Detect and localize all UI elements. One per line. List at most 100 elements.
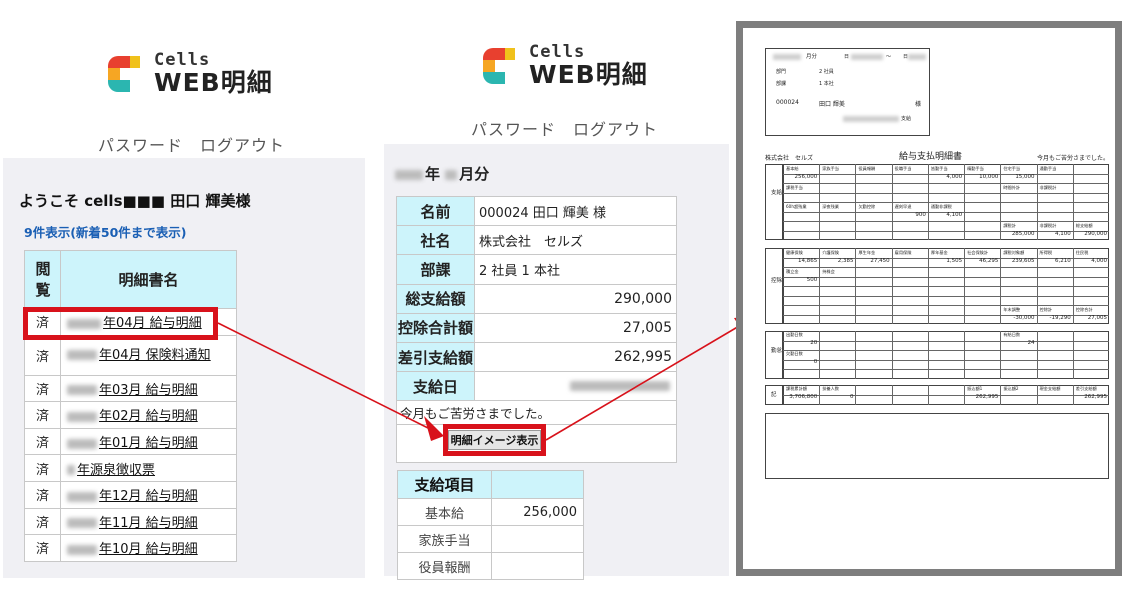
doc-cell-value: 27,005 [1087,315,1107,321]
doc-cell-value: -30,000 [1013,315,1035,321]
doc-table [783,331,1109,379]
doc-cell-value: 500 [806,277,818,283]
doc-vline [1000,331,1002,379]
doc-vline [819,248,821,324]
doc-cell-value: 27,450 [870,258,890,264]
doc-cell-label: 役職手当 [894,165,912,171]
doc-cell-label: 厚年基金 [930,249,948,255]
doc-cell-value: 3,706,800 [789,394,818,400]
doc-hline [783,395,1109,396]
doc-side-label: 勤怠 [771,348,783,354]
doc-vline [964,248,966,324]
doc-cell-label: 振込額1 [967,386,983,391]
doc-cell-value: 900 [915,212,926,218]
doc-hline [783,192,1109,194]
doc-cell-value: 262,995 [1084,394,1107,400]
doc-hline [783,295,1109,297]
doc-cell-label: 通勤非課税 [930,203,952,209]
doc-vline [1036,248,1038,324]
doc-cell-value: 15,000 [1015,174,1035,180]
doc-side-label: 記 [771,392,777,398]
doc-cell-label: 欠勤控除 [858,203,876,209]
doc-vline [1000,385,1002,405]
doc-cell-label: 総支給額 [1075,222,1093,228]
doc-cell-value: 4,000 [1091,258,1107,264]
doc-vline [1072,248,1074,324]
doc-cell-label: 遅刻早退 [894,203,912,209]
doc-cell-label: 皆勤手当 [930,165,948,171]
doc-hline [783,340,1109,342]
doc-cell-label: 課税累計額 [786,386,807,391]
doc-vline [891,385,893,405]
doc-cell-label: 介護保険 [822,249,839,255]
doc-hline [783,286,1109,287]
doc-vline [1072,385,1074,405]
doc-vline [891,164,893,240]
doc-vline [819,331,821,379]
doc-cell-label: 所得税 [1039,249,1053,255]
doc-cell-label: 時間外計 [1003,184,1021,190]
doc-cell-value: 0 [849,394,854,400]
doc-cell-value: 20 [810,340,818,346]
doc-hline [783,221,1109,222]
doc-cell-label: 控除計 [1039,306,1053,312]
doc-cell-label: 深夜残業 [822,203,839,209]
doc-cell-value: 24 [1027,340,1035,346]
doc-vline [855,164,857,240]
doc-period: 月分 [806,54,818,60]
doc-cell-value: 4,100 [946,212,963,218]
doc-cell-value: 4,000 [946,174,963,180]
doc-vline [1000,164,1002,240]
doc-cell-label: 課税対象額 [1003,249,1025,255]
doc-honorific: 様 [915,101,922,108]
doc-company: 株式会社 セルズ [765,155,814,162]
doc-cell-label: 60h超残業 [786,203,807,209]
doc-hline [783,305,1109,306]
payslip-image: 月分日～日部門 2 社員 部課 1 本社 000024 田口 輝美様支給 株式会社 セルズ給… [736,21,1122,576]
doc-blur [908,54,926,60]
doc-cell-label: 雇用保険 [894,249,912,255]
doc-cell-value: 256,000 [794,174,818,180]
doc-vline [927,248,929,324]
doc-cell-label: 健康保険 [786,249,803,255]
arrow-to-detail [217,322,437,433]
doc-cell-label: 厚生年金 [858,249,876,255]
doc-hline [783,183,1109,184]
doc-vline [1000,248,1002,324]
doc-cell-value: 262,995 [975,394,999,400]
doc-vline [964,331,966,379]
doc-vline [855,385,857,405]
doc-paid-label: 支給 [901,116,912,122]
doc-side-label: 控除 [771,278,783,284]
doc-date-label: 日 [844,54,850,60]
doc-vline [855,248,857,324]
doc-cell-label: 控除合計 [1075,306,1093,312]
doc-hline [783,276,1109,278]
doc-vline [819,164,821,240]
doc-side-ded [765,248,783,324]
doc-cell-label: 積立金 [786,268,799,274]
doc-cell-label: 扶養人数 [822,386,839,391]
doc-blur [851,54,883,60]
doc-cell-label: 住民税 [1075,249,1089,255]
doc-vline [964,164,966,240]
doc-cell-label: 住宅手当 [1003,165,1021,171]
doc-notes-box [765,413,1109,479]
doc-vline [819,385,821,405]
doc-blur [773,54,801,60]
doc-cell-value: 285,000 [1011,231,1035,237]
doc-vline [964,385,966,405]
doc-vline [1036,331,1038,379]
doc-cell-label: 持株会 [822,268,835,274]
doc-title: 給与支払明細書 [899,152,963,162]
doc-vline [927,164,929,240]
doc-cell-label: 有給日数 [1003,332,1021,337]
doc-blur [843,116,899,122]
doc-cell-label: 出勤日数 [786,332,803,337]
doc-vline [891,331,893,379]
doc-vline [1036,164,1038,240]
doc-cell-label: 通勤手当 [1039,165,1057,171]
doc-cell-label: 欠勤日数 [786,351,803,356]
doc-vline [891,248,893,324]
doc-cell-value: 1,505 [946,258,963,264]
